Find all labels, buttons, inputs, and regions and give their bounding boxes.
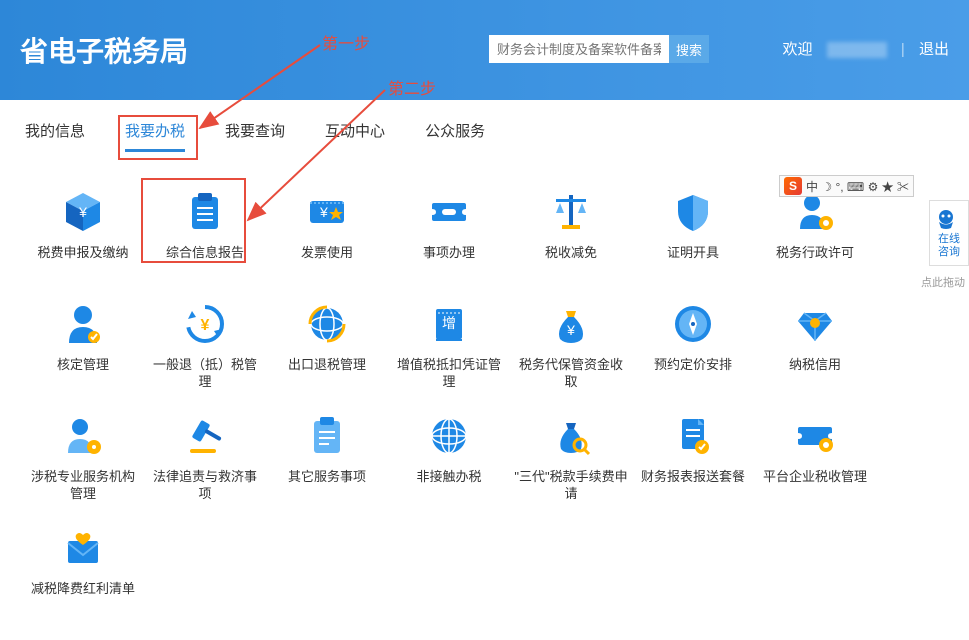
compass-icon: [668, 299, 718, 349]
service-label: 出口退税管理: [288, 357, 366, 391]
service-label: 减税降费红利清单: [31, 581, 135, 615]
ticket-star-icon: ¥: [302, 187, 352, 237]
service-item-4[interactable]: 税收减免: [513, 182, 629, 284]
service-label: 发票使用: [301, 245, 353, 279]
money-bag-icon: ¥: [546, 299, 596, 349]
cube-icon: ¥: [58, 187, 108, 237]
service-label: 其它服务事项: [288, 469, 366, 503]
service-label: 核定管理: [57, 357, 109, 391]
tab-2[interactable]: 我要查询: [225, 120, 285, 152]
service-item-12[interactable]: 预约定价安排: [635, 294, 751, 396]
service-grid: ¥ 税费申报及缴纳 综合信息报告 ¥ 发票使用 事项办理 税收减免 证明开具 税务行政许可核定管…: [0, 162, 969, 640]
service-label: 综合信息报告: [166, 245, 244, 279]
coupon-icon: [424, 187, 474, 237]
welcome-text: 欢迎: [783, 41, 813, 58]
service-item-8[interactable]: ¥ 一般退（抵）税管理: [147, 294, 263, 396]
service-item-18[interactable]: "三代"税款手续费申请: [513, 406, 629, 508]
gavel-icon: [180, 411, 230, 461]
service-item-17[interactable]: 非接触办税: [391, 406, 507, 508]
service-label: 增值税抵扣凭证管理: [391, 357, 507, 391]
service-label: 税务代保管资金收取: [513, 357, 629, 391]
diamond-icon: [790, 299, 840, 349]
document-icon: [668, 411, 718, 461]
user-area: 欢迎 | 退出: [778, 38, 954, 59]
ticket-gear-icon: [790, 411, 840, 461]
svg-text:¥: ¥: [201, 317, 210, 334]
service-item-9[interactable]: 出口退税管理: [269, 294, 385, 396]
receipt-icon: 增: [424, 299, 474, 349]
globe-arrows-icon: [302, 299, 352, 349]
service-label: 平台企业税收管理: [763, 469, 867, 503]
search-input[interactable]: [489, 35, 669, 63]
globe-icon: [424, 411, 474, 461]
ime-status-text: 中 ☽ °, ⌨ ⚙ ★ ✂: [806, 178, 909, 195]
service-item-1[interactable]: 综合信息报告: [147, 182, 263, 284]
search-area: 搜索: [489, 35, 709, 63]
ime-logo-icon: S: [784, 177, 802, 195]
service-item-20[interactable]: 平台企业税收管理: [757, 406, 873, 508]
person-silhouette-icon: [58, 299, 108, 349]
tab-1[interactable]: 我要办税: [125, 120, 185, 152]
tab-3[interactable]: 互动中心: [325, 120, 385, 152]
person-gear2-icon: [58, 411, 108, 461]
service-item-7[interactable]: 核定管理: [25, 294, 141, 396]
side-panel: 在线咨询 点此拖动: [914, 175, 969, 290]
service-label: 税费申报及缴纳: [37, 245, 128, 279]
tabs: 我的信息 我要办税 我要查询 互动中心 公众服务: [0, 100, 969, 162]
service-label: 一般退（抵）税管理: [147, 357, 263, 391]
tab-0[interactable]: 我的信息: [25, 120, 85, 152]
service-item-10[interactable]: 增增值税抵扣凭证管理: [391, 294, 507, 396]
service-label: "三代"税款手续费申请: [513, 469, 629, 503]
service-item-19[interactable]: 财务报表报送套餐: [635, 406, 751, 508]
scale-icon: [546, 187, 596, 237]
service-item-16[interactable]: 其它服务事项: [269, 406, 385, 508]
divider: |: [901, 41, 905, 58]
ime-toolbar[interactable]: S 中 ☽ °, ⌨ ⚙ ★ ✂: [779, 175, 914, 197]
logout-link[interactable]: 退出: [919, 41, 949, 58]
service-label: 税收减免: [545, 245, 597, 279]
service-item-3[interactable]: 事项办理: [391, 182, 507, 284]
service-label: 涉税专业服务机构管理: [25, 469, 141, 503]
online-consult-button[interactable]: 在线咨询: [929, 200, 969, 266]
consult-label: 在线咨询: [934, 233, 964, 259]
service-item-6[interactable]: 税务行政许可: [757, 182, 873, 284]
service-item-0[interactable]: ¥ 税费申报及缴纳: [25, 182, 141, 284]
drag-hint: 点此拖动: [914, 274, 969, 290]
consult-icon: [934, 207, 964, 231]
service-item-2[interactable]: ¥ 发票使用: [269, 182, 385, 284]
service-label: 预约定价安排: [654, 357, 732, 391]
service-label: 财务报表报送套餐: [641, 469, 745, 503]
search-button[interactable]: 搜索: [669, 35, 709, 63]
shield-icon: [668, 187, 718, 237]
header: 省电子税务局 搜索 欢迎 | 退出: [0, 0, 969, 100]
service-label: 事项办理: [423, 245, 475, 279]
service-label: 法律追责与救济事项: [147, 469, 263, 503]
site-title: 省电子税务局: [20, 0, 949, 70]
service-item-14[interactable]: 涉税专业服务机构管理: [25, 406, 141, 508]
service-label: 非接触办税: [416, 469, 481, 503]
clipboard-icon: [180, 187, 230, 237]
clipboard2-icon: [302, 411, 352, 461]
service-item-15[interactable]: 法律追责与救济事项: [147, 406, 263, 508]
svg-text:增: 增: [442, 315, 456, 331]
money-search-icon: [546, 411, 596, 461]
service-label: 证明开具: [667, 245, 719, 279]
refund-icon: ¥: [180, 299, 230, 349]
svg-text:¥: ¥: [319, 204, 328, 220]
tab-4[interactable]: 公众服务: [425, 120, 485, 152]
svg-text:¥: ¥: [566, 322, 575, 338]
service-label: 税务行政许可: [776, 245, 854, 279]
service-item-5[interactable]: 证明开具: [635, 182, 751, 284]
service-label: 纳税信用: [789, 357, 841, 391]
envelope-heart-icon: [58, 523, 108, 573]
service-item-21[interactable]: 减税降费红利清单: [25, 518, 141, 620]
user-name: [827, 42, 887, 58]
service-item-11[interactable]: ¥ 税务代保管资金收取: [513, 294, 629, 396]
service-item-13[interactable]: 纳税信用: [757, 294, 873, 396]
svg-text:¥: ¥: [78, 204, 87, 220]
